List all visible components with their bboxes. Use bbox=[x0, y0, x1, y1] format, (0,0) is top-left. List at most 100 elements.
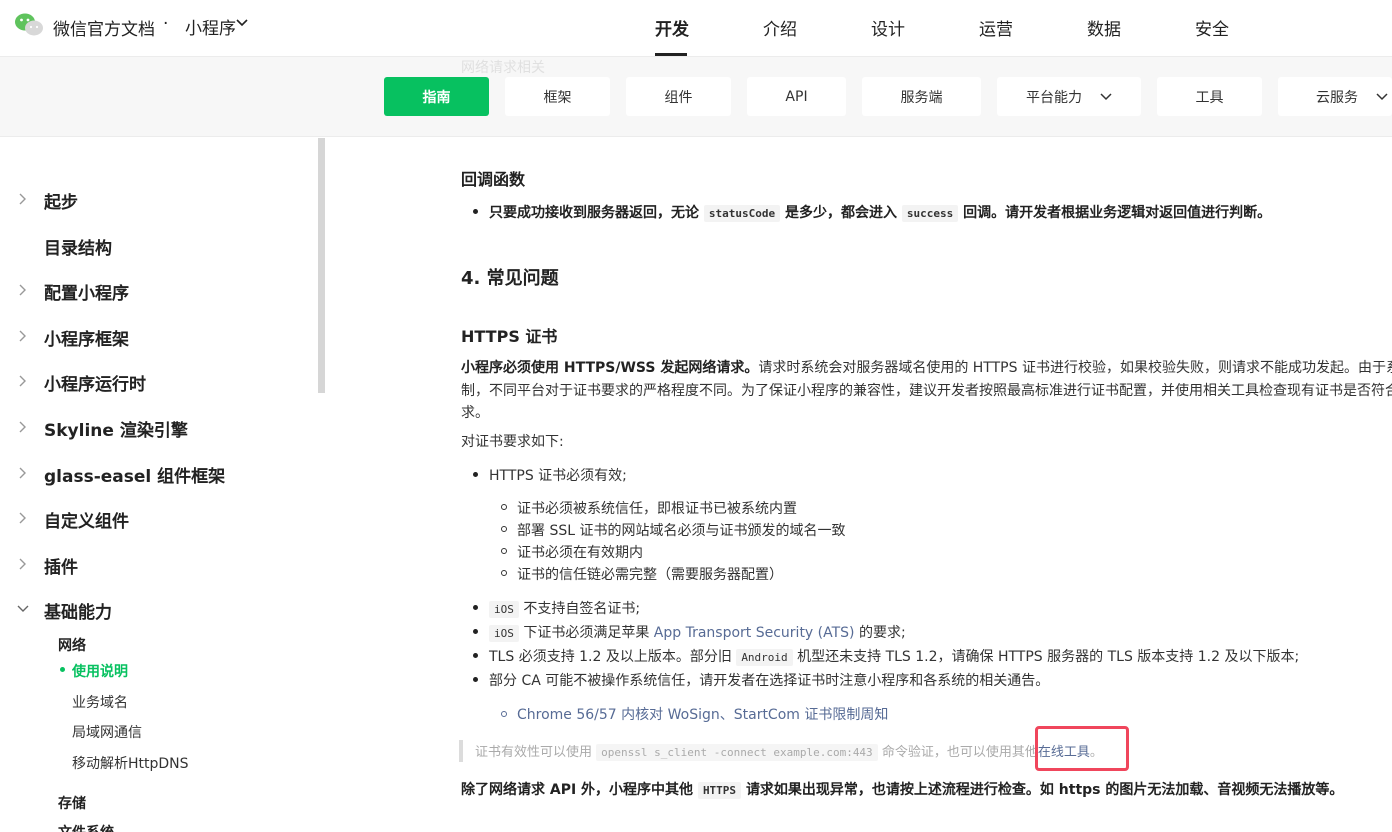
sidebar-item-usage[interactable]: 使用说明 bbox=[72, 661, 128, 681]
list-bullet bbox=[473, 605, 478, 610]
req-sub-1: 证书必须被系统信任，即根证书已被系统内置 bbox=[517, 501, 797, 517]
chevron-down-icon bbox=[17, 605, 29, 612]
https-intro-line-3: 求。 bbox=[461, 405, 489, 421]
product-switcher[interactable]: 小程序 bbox=[185, 14, 236, 39]
subnav-framework[interactable]: 框架 bbox=[505, 77, 610, 116]
subnav-guide[interactable]: 指南 bbox=[384, 77, 489, 116]
https-intro-line-2: 制，不同平台对于证书要求的严格程度不同。为了保证小程序的兼容性，建议开发者按照最… bbox=[461, 383, 1392, 399]
inline-code: HTTPS bbox=[697, 782, 742, 799]
blockquote-bar bbox=[459, 740, 463, 762]
sidebar-item-glass-easel[interactable]: glass-easel 组件框架 bbox=[0, 459, 318, 487]
nav-design[interactable]: 设计 bbox=[871, 15, 905, 40]
highlight-box bbox=[1035, 726, 1129, 771]
chrome-notice-link[interactable]: Chrome 56/57 内核对 WoSign、StartCom 证书限制周知 bbox=[517, 704, 888, 724]
ios-line-2: iOS 下证书必须满足苹果 App Transport Security (AT… bbox=[489, 622, 906, 642]
sidebar-item-label: 小程序框架 bbox=[44, 330, 129, 350]
sidebar-scrollbar[interactable] bbox=[318, 138, 325, 393]
section-title-faq: 4. 常见问题 bbox=[461, 268, 559, 289]
list-circle bbox=[501, 548, 507, 554]
final-post: 请求如果出现异常，也请按上述流程进行检查。如 https 的图片无法加载、音视频… bbox=[745, 782, 1344, 798]
sidebar: 起步 目录结构 配置小程序 小程序框架 小程序运行时 Skyline 渲染引擎 … bbox=[0, 138, 318, 832]
sidebar-item-basic-abilities[interactable]: 基础能力 bbox=[0, 595, 318, 623]
final-paragraph: 除了网络请求 API 外，小程序中其他 HTTPS 请求如果出现异常，也请按上述… bbox=[461, 779, 1343, 799]
sidebar-item-label: 基础能力 bbox=[44, 603, 112, 623]
nav-security[interactable]: 安全 bbox=[1195, 15, 1229, 40]
subnav-tools[interactable]: 工具 bbox=[1157, 77, 1262, 116]
chevron-right-icon bbox=[19, 330, 26, 342]
sidebar-item-label: 插件 bbox=[44, 558, 78, 578]
section-title-https: HTTPS 证书 bbox=[461, 327, 558, 346]
chevron-right-icon bbox=[19, 284, 26, 296]
subnav-platform-label: 平台能力 bbox=[1026, 89, 1082, 106]
subnav-server[interactable]: 服务端 bbox=[862, 77, 981, 116]
req-valid: HTTPS 证书必须有效; bbox=[489, 468, 627, 484]
req-sub-4: 证书的信任链必需完整（需要服务器配置） bbox=[517, 567, 783, 583]
https-intro-text: 请求时系统会对服务器域名使用的 HTTPS 证书进行校验，如果校验失败，则请求不… bbox=[758, 360, 1392, 376]
nav-data[interactable]: 数据 bbox=[1087, 15, 1121, 40]
ios-line-1-text: 不支持自签名证书; bbox=[523, 601, 641, 617]
sidebar-item-plugins[interactable]: 插件 bbox=[0, 550, 318, 578]
req-sub-3: 证书必须在有效期内 bbox=[517, 545, 643, 561]
wechat-logo-icon[interactable] bbox=[14, 12, 44, 38]
chevron-right-icon bbox=[19, 421, 26, 433]
ios-line-1: iOS 不支持自签名证书; bbox=[489, 598, 640, 618]
subnav-cloud[interactable]: 云服务 bbox=[1278, 77, 1392, 116]
chevron-right-icon bbox=[19, 193, 26, 205]
list-bullet bbox=[473, 209, 478, 214]
note-mid: 命令验证，也可以使用其他 bbox=[881, 745, 1038, 760]
list-bullet bbox=[473, 677, 478, 682]
sidebar-item-label: 小程序运行时 bbox=[44, 375, 146, 395]
nav-intro[interactable]: 介绍 bbox=[763, 15, 797, 40]
sidebar-item-label: 起步 bbox=[44, 193, 78, 213]
sidebar-item-skyline[interactable]: Skyline 渲染引擎 bbox=[0, 413, 318, 441]
sidebar-item-label: 配置小程序 bbox=[44, 284, 129, 304]
sidebar-item-custom-components[interactable]: 自定义组件 bbox=[0, 504, 318, 532]
sidebar-item-config[interactable]: 配置小程序 bbox=[0, 276, 318, 304]
nav-operations[interactable]: 运营 bbox=[979, 15, 1013, 40]
chevron-right-icon bbox=[19, 467, 26, 479]
tls-line: TLS 必须支持 1.2 及以上版本。部分旧 Android 机型还未支持 TL… bbox=[475, 646, 1299, 666]
inline-code: iOS bbox=[489, 625, 519, 642]
chevron-right-icon bbox=[19, 512, 26, 524]
callback-text-1: 只要成功接收到服务器返回，无论 bbox=[489, 205, 699, 221]
req-sub-2: 部署 SSL 证书的网站域名必须与证书颁发的域名一致 bbox=[517, 523, 846, 539]
subnav-components[interactable]: 组件 bbox=[626, 77, 731, 116]
top-header: 微信官方文档 · 小程序 开发 介绍 设计 运营 数据 安全 bbox=[0, 0, 1392, 57]
sidebar-item-httpdns[interactable]: 移动解析HttpDNS bbox=[72, 753, 189, 773]
subnav-cloud-label: 云服务 bbox=[1316, 89, 1358, 106]
sidebar-item-start[interactable]: 起步 bbox=[0, 185, 318, 213]
subnav-api[interactable]: API bbox=[747, 77, 846, 116]
inline-code: Android bbox=[736, 649, 793, 666]
https-intro-line-1: 小程序必须使用 HTTPS/WSS 发起网络请求。请求时系统会对服务器域名使用的… bbox=[461, 357, 1392, 377]
sidebar-item-framework[interactable]: 小程序框架 bbox=[0, 322, 318, 350]
sidebar-group-storage[interactable]: 存储 bbox=[58, 793, 86, 813]
sidebar-item-label: 目录结构 bbox=[44, 239, 112, 259]
note-text: 证书有效性可以使用 openssl s_client -connect exam… bbox=[475, 741, 1103, 761]
sidebar-group-filesystem[interactable]: 文件系统 bbox=[58, 822, 114, 832]
tls-pre: TLS 必须支持 1.2 及以上版本。部分旧 bbox=[489, 649, 732, 665]
sidebar-item-label: 自定义组件 bbox=[44, 512, 129, 532]
final-pre: 除了网络请求 API 外，小程序中其他 bbox=[461, 782, 694, 798]
ca-line: 部分 CA 可能不被操作系统信任，请开发者在选择证书时注意小程序和各系统的相关通… bbox=[489, 673, 1050, 689]
subnav-platform[interactable]: 平台能力 bbox=[997, 77, 1141, 116]
active-nav-indicator bbox=[655, 53, 687, 56]
chevron-down-icon[interactable] bbox=[236, 19, 248, 27]
chevron-right-icon bbox=[19, 375, 26, 387]
nav-develop[interactable]: 开发 bbox=[655, 15, 689, 40]
sidebar-item-business-domain[interactable]: 业务域名 bbox=[72, 692, 128, 712]
callback-text: 只要成功接收到服务器返回，无论 statusCode 是多少，都会进入 succ… bbox=[489, 202, 1271, 222]
chevron-right-icon bbox=[19, 558, 26, 570]
sidebar-item-label: glass-easel 组件框架 bbox=[44, 467, 226, 487]
brand-title[interactable]: 微信官方文档 bbox=[53, 15, 155, 40]
callback-text-3: 回调。请开发者根据业务逻辑对返回值进行判断。 bbox=[963, 205, 1272, 221]
ats-link[interactable]: App Transport Security (ATS) bbox=[654, 625, 855, 641]
main-content: 回调函数 只要成功接收到服务器返回，无论 statusCode 是多少，都会进入… bbox=[325, 138, 1392, 832]
sidebar-item-directory[interactable]: 目录结构 bbox=[0, 231, 318, 259]
sidebar-item-lan[interactable]: 局域网通信 bbox=[72, 722, 142, 742]
sidebar-group-network[interactable]: 网络 bbox=[58, 635, 86, 655]
inline-code: statusCode bbox=[703, 205, 781, 222]
sidebar-item-runtime[interactable]: 小程序运行时 bbox=[0, 367, 318, 395]
list-bullet bbox=[473, 472, 478, 477]
requirements-intro: 对证书要求如下: bbox=[461, 434, 564, 450]
list-circle bbox=[501, 504, 507, 510]
